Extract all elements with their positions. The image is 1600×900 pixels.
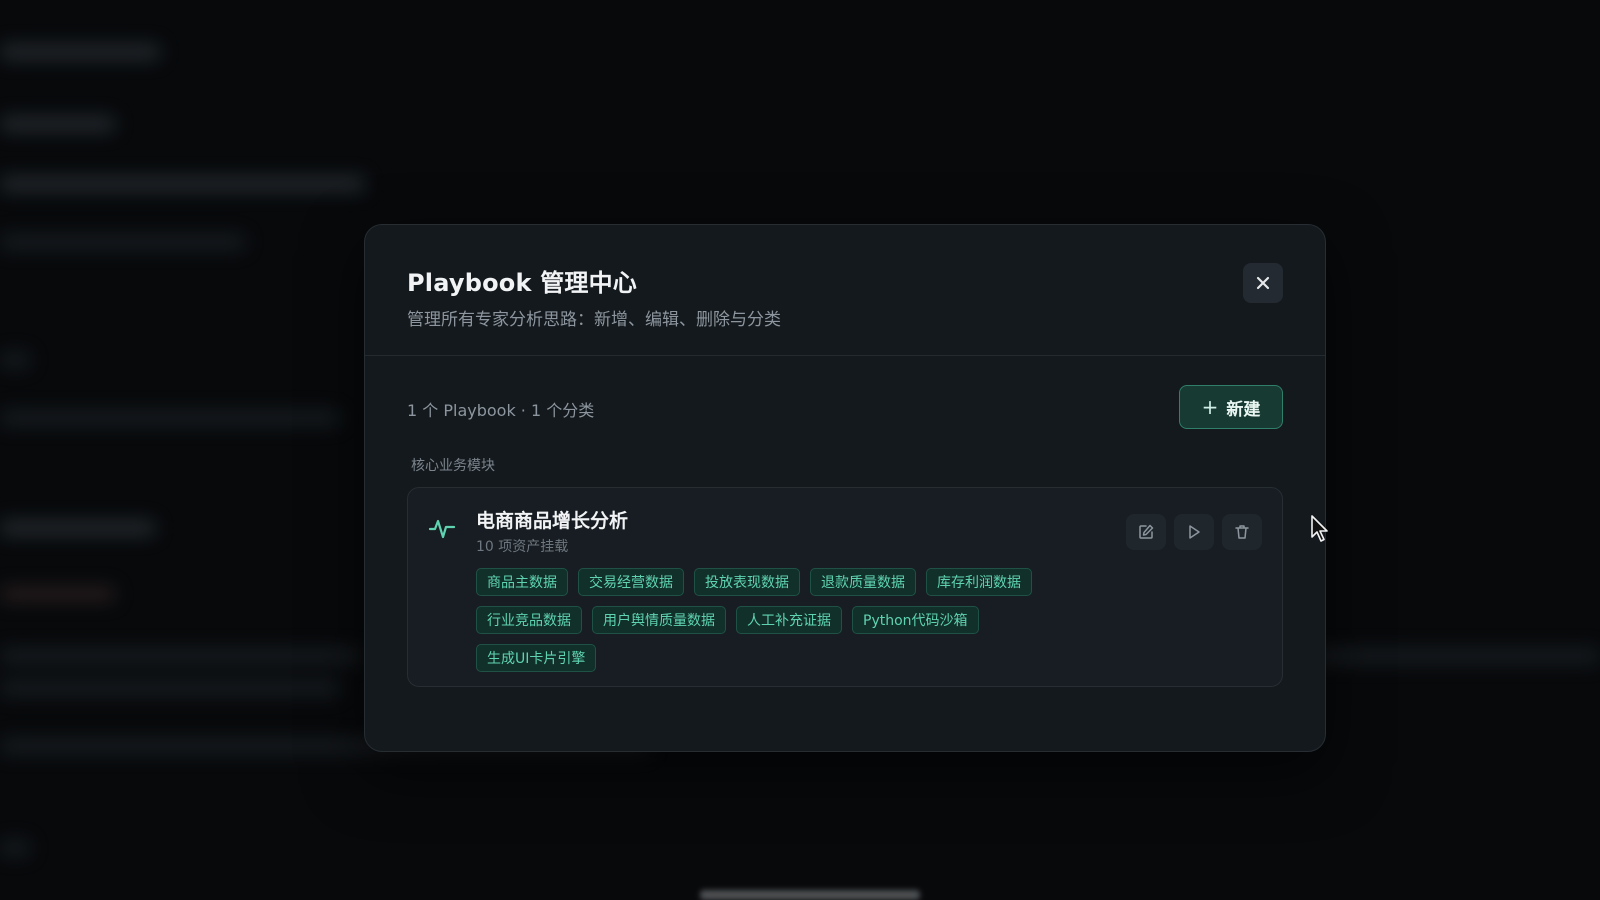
- asset-tag[interactable]: 商品主数据: [476, 568, 568, 596]
- modal-title: Playbook 管理中心: [407, 269, 637, 297]
- modal-subtitle: 管理所有专家分析思路：新增、编辑、删除与分类: [407, 310, 781, 330]
- run-button[interactable]: [1174, 514, 1214, 550]
- asset-tag[interactable]: 库存利润数据: [926, 568, 1032, 596]
- close-button[interactable]: [1243, 263, 1283, 303]
- modal-header: Playbook 管理中心 管理所有专家分析思路：新增、编辑、删除与分类: [365, 225, 1325, 356]
- activity-pulse-icon: [428, 519, 456, 539]
- playbook-count: 1 个 Playbook · 1 个分类: [407, 401, 595, 420]
- trash-icon: [1235, 525, 1249, 539]
- asset-tag[interactable]: 生成UI卡片引擎: [476, 644, 597, 672]
- asset-tag[interactable]: 退款质量数据: [810, 568, 916, 596]
- edit-button[interactable]: [1126, 514, 1166, 550]
- blurred-bottom-text: [700, 890, 920, 900]
- playbook-actions: [1126, 514, 1262, 550]
- playbook-asset-count: 10 项资产挂载: [476, 539, 569, 555]
- asset-tag[interactable]: 交易经营数据: [578, 568, 684, 596]
- asset-tag[interactable]: Python代码沙箱: [852, 606, 979, 634]
- modal-toolbar: 1 个 Playbook · 1 个分类 + 新建: [407, 385, 1283, 431]
- mouse-cursor-icon: [1311, 515, 1328, 542]
- plus-icon: +: [1201, 395, 1219, 419]
- new-button-label: 新建: [1226, 399, 1261, 420]
- asset-tags: 商品主数据 交易经营数据 投放表现数据 退款质量数据 库存利润数据 行业竞品数据…: [476, 568, 1096, 672]
- playbook-manager-modal: Playbook 管理中心 管理所有专家分析思路：新增、编辑、删除与分类 1 个…: [364, 224, 1326, 752]
- new-playbook-button[interactable]: + 新建: [1179, 385, 1283, 429]
- asset-tag[interactable]: 用户舆情质量数据: [592, 606, 726, 634]
- play-icon: [1189, 525, 1200, 539]
- edit-icon: [1139, 524, 1154, 539]
- close-icon: [1256, 276, 1270, 290]
- category-label: 核心业务模块: [411, 458, 495, 474]
- playbook-title: 电商商品增长分析: [476, 510, 629, 532]
- asset-tag[interactable]: 行业竞品数据: [476, 606, 582, 634]
- delete-button[interactable]: [1222, 514, 1262, 550]
- playbook-card[interactable]: 电商商品增长分析 10 项资产挂载 商品主数据 交易经营数据 投放表现数据 退款…: [407, 487, 1283, 687]
- asset-tag[interactable]: 投放表现数据: [694, 568, 800, 596]
- asset-tag[interactable]: 人工补充证据: [736, 606, 842, 634]
